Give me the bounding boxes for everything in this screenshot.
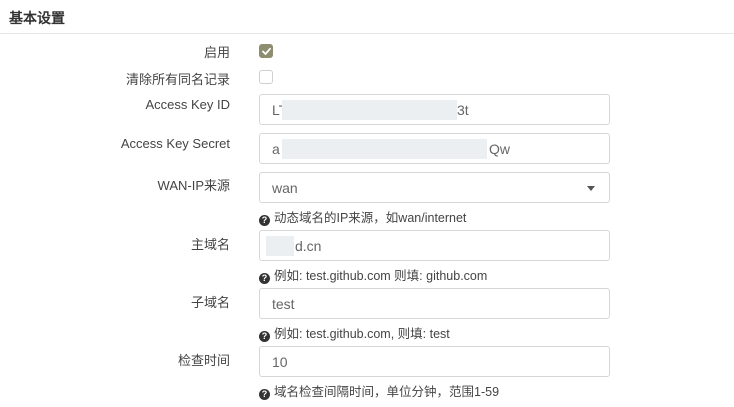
wan-ip-source-value: wan xyxy=(272,180,298,196)
redaction-mask xyxy=(282,139,487,159)
clear-same-name-checkbox[interactable] xyxy=(259,70,273,84)
main-domain-help: ? 例如: test.github.com 则填: github.com xyxy=(259,265,487,284)
main-domain-value-end: d.cn xyxy=(295,238,322,254)
check-interval-help: ? 域名检查间隔时间，单位分钟，范围1-59 xyxy=(259,381,499,400)
sub-domain-input[interactable]: test xyxy=(259,288,610,319)
check-interval-label: 检查时间 xyxy=(177,353,230,368)
access-key-secret-value-end: Qw xyxy=(489,141,510,157)
question-circle-icon: ? xyxy=(259,273,270,284)
main-domain-label: 主域名 xyxy=(190,237,230,252)
help-text: 域名检查间隔时间，单位分钟，范围1-59 xyxy=(274,385,500,399)
help-text: 例如: test.github.com, 则填: test xyxy=(274,327,450,341)
clear-same-name-label: 清除所有同名记录 xyxy=(125,72,230,87)
access-key-secret-input[interactable]: a Qw xyxy=(259,133,610,164)
enable-label: 启用 xyxy=(203,45,230,60)
question-circle-icon: ? xyxy=(259,331,270,342)
main-domain-input[interactable]: d.cn xyxy=(259,230,610,261)
question-circle-icon: ? xyxy=(259,215,270,226)
check-interval-input[interactable]: 10 xyxy=(259,346,610,377)
access-key-id-value-end: 3t xyxy=(457,102,469,118)
access-key-id-label: Access Key ID xyxy=(145,97,230,112)
access-key-secret-value-start: a xyxy=(272,141,280,157)
help-text: 动态域名的IP来源，如wan/internet xyxy=(274,211,467,225)
wan-ip-source-help: ? 动态域名的IP来源，如wan/internet xyxy=(259,207,466,226)
section-header: 基本设置 xyxy=(0,0,734,34)
wan-ip-source-label: WAN-IP来源 xyxy=(157,178,230,193)
enable-checkbox[interactable] xyxy=(259,44,273,58)
check-interval-value: 10 xyxy=(272,354,288,370)
sub-domain-label: 子域名 xyxy=(190,295,230,310)
access-key-id-input[interactable]: LT 3t xyxy=(259,94,610,125)
checkmark-icon xyxy=(262,47,271,55)
redaction-mask xyxy=(282,100,457,120)
redaction-mask xyxy=(266,236,294,256)
wan-ip-source-select[interactable]: wan xyxy=(259,172,610,203)
sub-domain-value: test xyxy=(272,296,295,312)
sub-domain-help: ? 例如: test.github.com, 则填: test xyxy=(259,323,450,342)
section-title: 基本设置 xyxy=(9,10,65,26)
question-circle-icon: ? xyxy=(259,389,270,400)
caret-down-icon xyxy=(587,186,595,191)
access-key-secret-label: Access Key Secret xyxy=(120,136,230,151)
help-text: 例如: test.github.com 则填: github.com xyxy=(274,269,488,283)
